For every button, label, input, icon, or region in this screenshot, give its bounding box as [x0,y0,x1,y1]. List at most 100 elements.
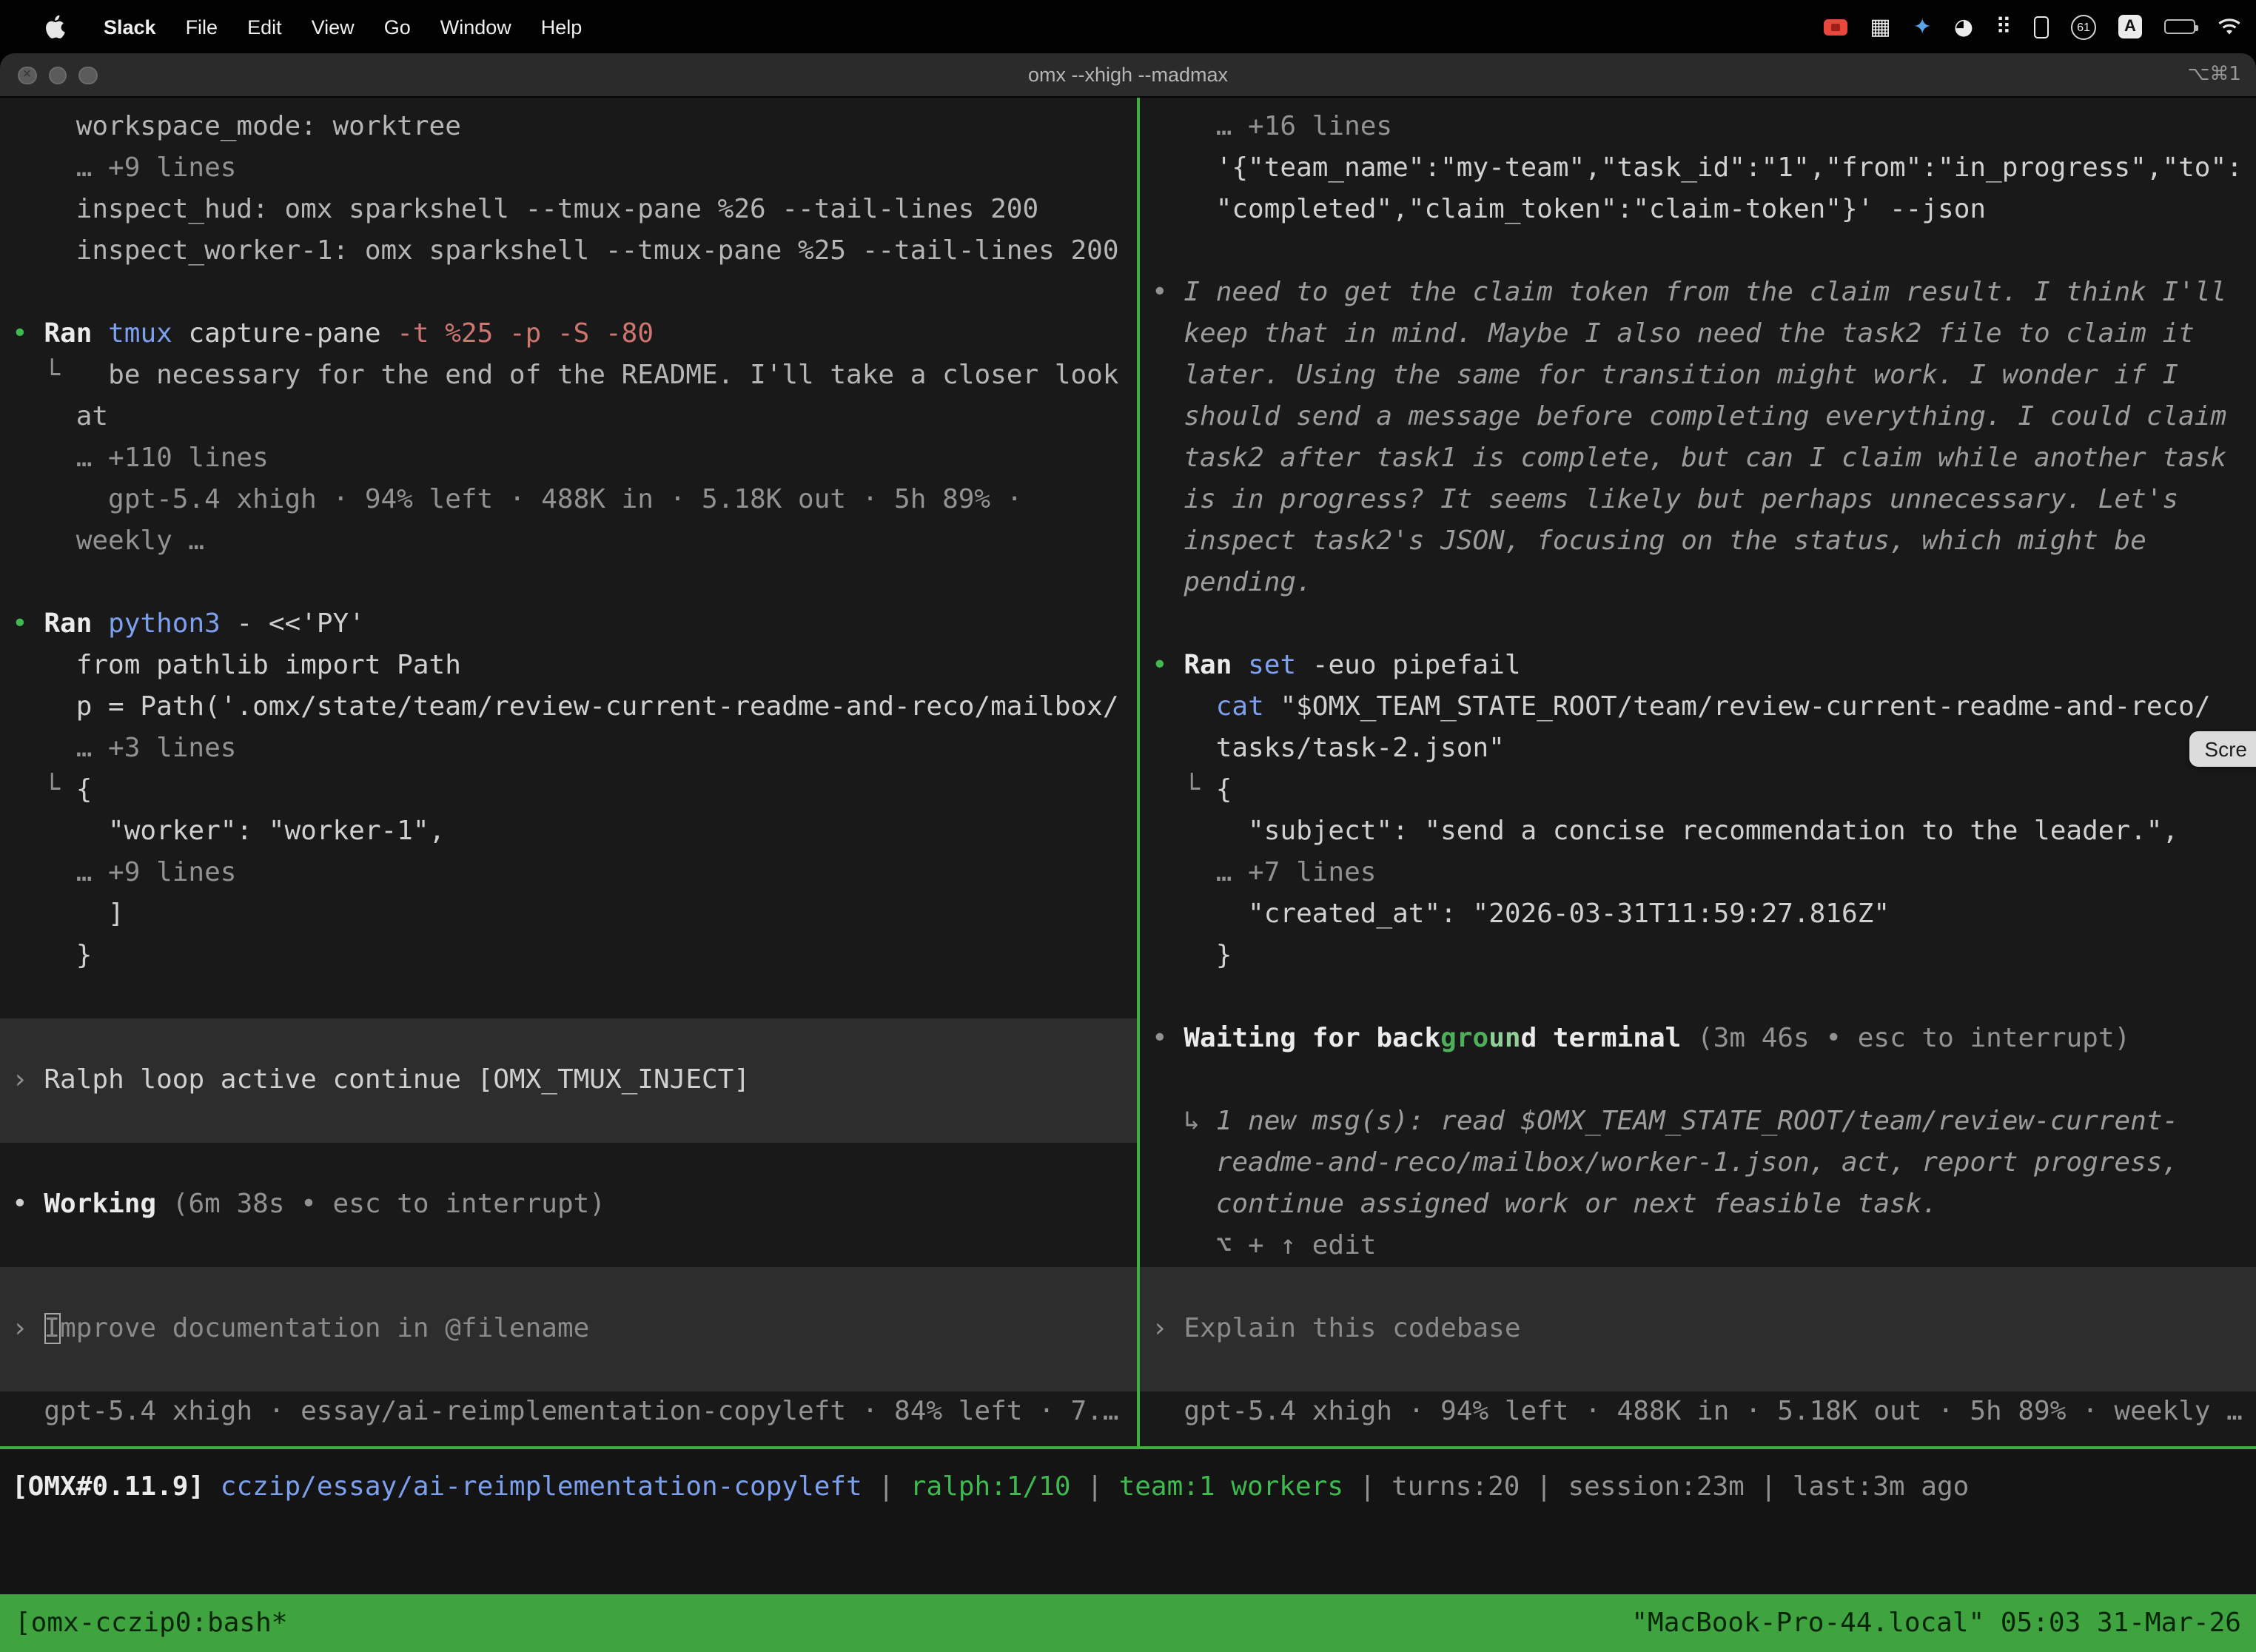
terminal-text-segment: pending. [1152,567,1312,598]
terminal-text-segment: d terminal [1521,1023,1697,1054]
battery-icon[interactable] [2164,0,2195,53]
terminal-text-segment: gpt-5.4 xhigh · 94% left · 488K in · 5.1… [12,484,1022,515]
terminal-text-segment: set [1248,650,1312,681]
terminal-text-segment: • [12,318,44,349]
terminal-line [1140,977,2256,1018]
terminal-text-segment: "created_at": "2026-03-31T11:59:27.816Z" [1152,899,1890,930]
terminal-line: inspect_worker-1: omx sparkshell --tmux-… [0,231,1137,272]
terminal-line: pending. [1140,563,2256,604]
window-shortcut-label: ⌥⌘1 [2187,64,2241,86]
apple-menu[interactable] [30,0,80,53]
screenshot-overlay[interactable]: Scre [2189,731,2256,767]
screen-recording-icon[interactable] [1824,0,1847,53]
terminal-line: tasks/task-2.json" [1140,728,2256,770]
terminal-text-segment: is in progress? It seems likely but perh… [1152,484,2178,515]
terminal-line [0,272,1137,314]
terminal-content: workspace_mode: worktree … +9 lines insp… [0,98,2256,1446]
screen: Slack File Edit View Go Window Help ▦ ✦ … [0,0,2256,1652]
terminal-text-segment: Ralph loop active continue [OMX_TMUX_INJ… [44,1064,750,1095]
tmux-status-bar: [omx-cczip0:bash* "MacBook-Pro-44.local"… [0,1594,2256,1652]
terminal-text-segment: Working [44,1189,172,1220]
terminal-text-segment: -t %25 -p -S -80 [397,318,654,349]
app-menu-slack[interactable]: Slack [89,0,171,53]
terminal-text-segment: gpt-5.4 xhigh · 94% left · 488K in · 5.1… [1152,1396,2243,1427]
terminal-text-segment: { [76,774,93,805]
menu-view[interactable]: View [297,0,369,53]
terminal-text-segment: weekly … [12,526,204,557]
terminal-right-pane[interactable]: … +16 lines '{"team_name":"my-team","tas… [1140,98,2256,1446]
terminal-text-segment [1152,691,1216,722]
composer-input-left[interactable]: › Ralph loop active continue [OMX_TMUX_I… [0,1060,1137,1101]
window-title: omx --xhigh --madmax [1028,64,1228,86]
terminal-left-pane[interactable]: workspace_mode: worktree … +9 lines insp… [0,98,1137,1446]
terminal-line [1140,604,2256,645]
terminal-text-segment: (3m 46s • esc to interrupt) [1697,1023,2130,1054]
terminal-text-segment: I need to get the claim token from the c… [1184,277,2226,308]
terminal-text-segment: › [1152,1313,1184,1344]
terminal-text-segment: later. Using the same for transition mig… [1152,360,2178,391]
terminal-text-segment: └ [12,360,108,391]
terminal-text-segment: • [12,608,44,639]
traffic-lights [18,53,97,98]
battery-gauge-icon[interactable]: 61 [2071,0,2096,53]
terminal-text-segment: └ [1152,774,1216,805]
terminal-text-segment: } [12,940,92,971]
terminal-text-segment: Ran [44,318,108,349]
terminal-text-segment: -euo pipefail [1312,650,1521,681]
terminal-line: … +9 lines [0,853,1137,894]
zoom-button[interactable] [78,67,97,85]
terminal-line: gpt-5.4 xhigh · 94% left · 488K in · 5.1… [0,480,1137,521]
terminal-line: weekly … [0,521,1137,563]
terminal-line: "created_at": "2026-03-31T11:59:27.816Z" [1140,894,2256,936]
input-source-icon[interactable]: A [2118,0,2142,53]
terminal-text-segment: 1 new msg(s): read $OMX_TEAM_STATE_ROOT/… [1216,1106,2178,1137]
menu-file[interactable]: File [171,0,233,53]
terminal-text-segment: (6m 38s • esc to interrupt) [172,1189,605,1220]
terminal-line: workspace_mode: worktree [0,107,1137,148]
terminal-line: is in progress? It seems likely but perh… [1140,480,2256,521]
terminal-line: continue assigned work or next feasible … [1140,1184,2256,1226]
terminal-line: readme-and-reco/mailbox/worker-1.json, a… [1140,1143,2256,1184]
terminal-text-segment: … +3 lines [12,733,236,764]
dots-grid-icon[interactable]: ⠿ [1995,0,2012,53]
terminal-line [0,977,1137,1018]
terminal-text-segment: … +9 lines [12,857,236,888]
tmux-session-label: [omx-cczip0:bash* [15,1608,287,1639]
minimize-button[interactable] [48,67,67,85]
menu-edit[interactable]: Edit [232,0,297,53]
terminal-text-segment: tasks/task-2.json" [1152,733,1505,764]
menu-window[interactable]: Window [426,0,526,53]
device-icon[interactable] [2034,0,2049,53]
wifi-icon[interactable] [2218,0,2241,53]
terminal-line: … +16 lines [1140,107,2256,148]
close-button[interactable] [18,67,36,85]
terminal-text-segment: p = Path('.omx/state/team/review-current… [12,691,1119,722]
terminal-text-segment: … +110 lines [12,443,269,474]
terminal-text-segment: ] [12,899,124,930]
terminal-line: from pathlib import Path [0,645,1137,687]
terminal-line [0,1226,1137,1267]
composer-placeholder-left[interactable]: › Improve documentation in @filename [0,1309,1137,1350]
terminal-line: should send a message before completing … [1140,397,2256,438]
crescent-app-icon[interactable]: ◕ [1954,0,1973,53]
terminal-line [0,1018,1137,1060]
terminal-line: … +3 lines [0,728,1137,770]
terminal-text-segment: "$OMX_TEAM_STATE_ROOT/team/review-curren… [1280,691,2210,722]
terminal-text-segment: └ [12,774,76,805]
window-grid-icon[interactable]: ▦ [1870,0,1890,53]
terminal-line: └ { [1140,770,2256,811]
terminal-text-segment: … +16 lines [1152,111,1392,142]
terminal-line [1140,231,2256,272]
blue-app-icon[interactable]: ✦ [1913,0,1932,53]
terminal-line [0,1267,1137,1309]
terminal-text-segment: task2 after task1 is complete, but can I… [1152,443,2226,474]
terminal-line: } [1140,936,2256,977]
terminal-line: "completed","claim_token":"claim-token"}… [1140,189,2256,231]
composer-placeholder-right[interactable]: › Explain this codebase [1140,1309,2256,1350]
terminal-text-segment: "subject": "send a concise recommendatio… [1152,816,2178,847]
terminal-line [1140,1267,2256,1309]
terminal-line: gpt-5.4 xhigh · 94% left · 488K in · 5.1… [1140,1391,2256,1433]
menu-go[interactable]: Go [369,0,426,53]
terminal-text-segment: '{"team_name":"my-team","task_id":"1","f… [1152,152,2243,184]
menu-help[interactable]: Help [526,0,597,53]
